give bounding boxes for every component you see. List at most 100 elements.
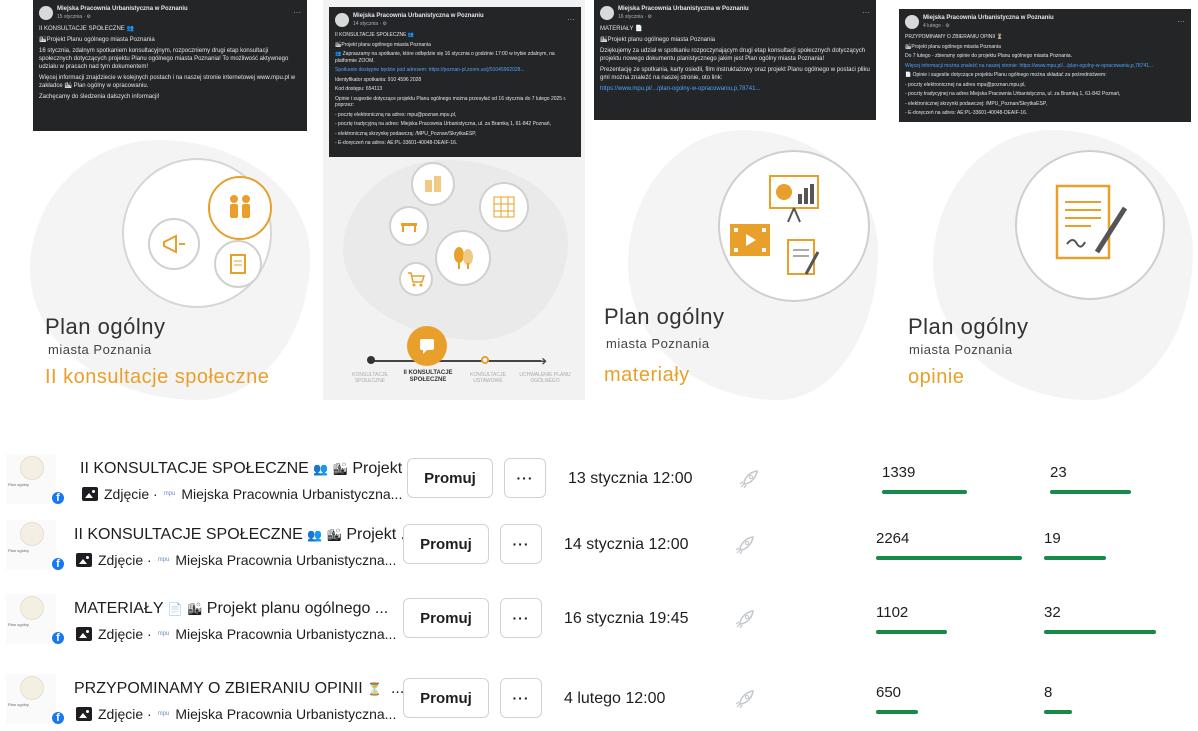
thumbnail-graphic xyxy=(20,456,44,480)
engagement-bar-fill xyxy=(1044,630,1157,634)
engagement-value: 32 xyxy=(1044,604,1061,621)
page-logo: mpu xyxy=(157,557,170,563)
post-title-line[interactable]: II KONSULTACJE SPOŁECZNE 👥 🏙 Projekt ... xyxy=(74,526,414,544)
table-row[interactable]: Plan ogólny f MATERIAŁY 📄 🏙 Projekt plan… xyxy=(0,588,1198,648)
timeline-step: KONSULTACJE SPOŁECZNE xyxy=(352,372,388,384)
photo-icon xyxy=(82,487,98,501)
page-avatar xyxy=(600,6,614,20)
post-line: 16 stycznia, zdalnym spotkaniem konsulta… xyxy=(39,48,289,70)
presentation-chart-icon xyxy=(766,172,822,229)
more-options-button[interactable]: ··· xyxy=(500,598,542,638)
reach-bar-fill xyxy=(876,710,918,714)
post-thumbnail[interactable]: Plan ogólny xyxy=(6,674,56,724)
rocket-icon[interactable] xyxy=(734,534,756,556)
post-line: - poczty tradycyjnej na adres Miejska Pr… xyxy=(905,91,1121,97)
page-avatar xyxy=(905,15,919,29)
post-title: II KONSULTACJE SPOŁECZNE xyxy=(74,526,303,543)
post-line: 👥 Zapraszamy na spotkanie, które odbędzi… xyxy=(335,51,555,64)
graphic-materialy: Miejska Pracownia Urbanistyczna w Poznan… xyxy=(588,0,888,410)
thumbnail-graphic xyxy=(20,522,44,546)
facebook-icon: f xyxy=(50,630,66,646)
facebook-post-preview: Miejska Pracownia Urbanistyczna w Poznan… xyxy=(899,9,1191,122)
reach-bar xyxy=(876,630,1042,634)
promote-button[interactable]: Promuj xyxy=(407,458,493,498)
reach-bar-fill xyxy=(882,490,967,494)
emoji-icon: 🏙 xyxy=(332,461,348,476)
post-line: Zachęcamy do śledzenia dalszych informac… xyxy=(39,94,160,100)
engagement-value: 8 xyxy=(1044,684,1053,701)
arrow-right-icon: ➔ xyxy=(537,354,548,368)
post-line: Więcej informacji znajdziecie w kolejnyc… xyxy=(39,75,296,89)
more-icon: ··· xyxy=(293,8,301,17)
promote-button[interactable]: Promuj xyxy=(403,598,489,638)
more-options-button[interactable]: ··· xyxy=(500,678,542,718)
timeline-dot xyxy=(367,356,375,364)
post-title-line[interactable]: PRZYPOMINAMY O ZBIERANIU OPINII ⏳ ... xyxy=(74,680,404,698)
more-icon: ··· xyxy=(567,15,575,24)
reach-bar-fill xyxy=(876,556,1023,560)
facebook-post-preview: Miejska Pracownia Urbanistyczna w Poznan… xyxy=(329,7,581,157)
thumbnail-caption: Plan ogólny xyxy=(8,702,29,707)
post-line: Opinie i sugestie dotyczące projektu Pla… xyxy=(335,95,567,109)
graphic-opinie: Miejska Pracownia Urbanistyczna w Poznan… xyxy=(893,0,1198,410)
post-line: - elektronicznej skrzynki podawczej: /MP… xyxy=(905,100,1047,107)
graphic-accent: materiały xyxy=(604,364,690,386)
publish-date: 16 stycznia 19:45 xyxy=(564,610,689,627)
photo-icon xyxy=(76,627,92,641)
post-line: II KONSULTACJE SPOŁECZNE 👥 xyxy=(335,32,415,38)
engagement-bar xyxy=(1050,490,1198,494)
page-name: Miejska Pracownia Urbanistyczna... xyxy=(181,486,403,502)
post-line: - pocztę tradycyjną na adres: Miejska Pr… xyxy=(335,121,551,127)
document-edit-icon xyxy=(784,236,828,285)
table-row[interactable]: Plan ogólny f II KONSULTACJE SPOŁECZNE 👥… xyxy=(0,448,1198,508)
post-line: 🏙Projekt planu ogólnego miasta Poznania xyxy=(335,41,431,48)
engagement-value: 19 xyxy=(1044,530,1061,547)
cart-icon xyxy=(399,262,433,296)
more-icon: ··· xyxy=(1177,17,1185,26)
graphic-subtitle: miasta Poznania xyxy=(606,336,710,351)
rocket-icon[interactable] xyxy=(734,608,756,630)
reach-value: 1339 xyxy=(882,464,916,481)
promote-button[interactable]: Promuj xyxy=(403,524,489,564)
more-icon: ··· xyxy=(862,8,870,17)
table-row[interactable]: Plan ogólny f PRZYPOMINAMY O ZBIERANIU O… xyxy=(0,668,1198,728)
reach-bar-fill xyxy=(876,630,948,634)
post-title-line[interactable]: MATERIAŁY 📄 🏙 Projekt planu ogólnego ... xyxy=(74,600,388,618)
post-title: II KONSULTACJE SPOŁECZNE xyxy=(80,460,309,477)
rocket-icon[interactable] xyxy=(738,468,760,490)
engagement-bar xyxy=(1044,630,1192,634)
rocket-icon[interactable] xyxy=(734,688,756,710)
page-logo: mpu xyxy=(157,711,170,717)
post-type: Zdjęcie · xyxy=(98,706,152,722)
post-line: - E-doręczeń na adres: AE:PL-33601-40048… xyxy=(905,110,1028,116)
post-title-line[interactable]: II KONSULTACJE SPOŁECZNE 👥 🏙 Projekt ... xyxy=(80,460,420,478)
post-thumbnail[interactable]: Plan ogólny xyxy=(6,594,56,644)
publish-date: 14 stycznia 12:00 xyxy=(564,536,689,553)
post-line: - E-doręczeń na adres: AE:PL-33601-40048… xyxy=(335,140,458,146)
more-options-button[interactable]: ··· xyxy=(504,458,546,498)
promote-button[interactable]: Promuj xyxy=(403,678,489,718)
facebook-icon: f xyxy=(50,490,66,506)
post-thumbnail[interactable]: Plan ogólny xyxy=(6,520,56,570)
table-row[interactable]: Plan ogólny f II KONSULTACJE SPOŁECZNE 👥… xyxy=(0,514,1198,574)
post-line: 🏙Projekt Planu ogólnego miasta Poznania xyxy=(39,37,155,43)
post-title: MATERIAŁY xyxy=(74,600,164,617)
post-line: Prezentację ze spotkania, karty osiedli,… xyxy=(600,67,870,81)
post-line: Kod dostępu: 654113 xyxy=(335,86,383,92)
post-line: Dziękujemy za udział w spotkaniu rozpocz… xyxy=(600,48,866,62)
grid-plan-icon xyxy=(479,182,529,232)
post-thumbnail[interactable]: Plan ogólny xyxy=(6,454,56,504)
graphic-subtitle: miasta Poznania xyxy=(48,342,152,357)
emoji-icon: ⏳ xyxy=(367,681,383,696)
post-title: PRZYPOMINAMY O ZBIERANIU OPINII xyxy=(74,680,363,697)
graphic-konsultacje-2: Miejska Pracownia Urbanistyczna w Poznan… xyxy=(323,0,585,400)
more-options-button[interactable]: ··· xyxy=(500,524,542,564)
timeline-dot xyxy=(481,356,489,364)
post-meta: Zdjęcie · mpu Miejska Pracownia Urbanist… xyxy=(82,486,402,502)
emoji-icon: 👥 xyxy=(313,461,329,476)
emoji-icon: 📄 xyxy=(167,601,183,616)
thumbnail-caption: Plan ogólny xyxy=(8,622,29,627)
timeline-step: UCHWALENIE PLANU OGÓLNEGO xyxy=(519,372,571,384)
reach-value: 2264 xyxy=(876,530,910,547)
reach-value: 1102 xyxy=(876,604,909,621)
